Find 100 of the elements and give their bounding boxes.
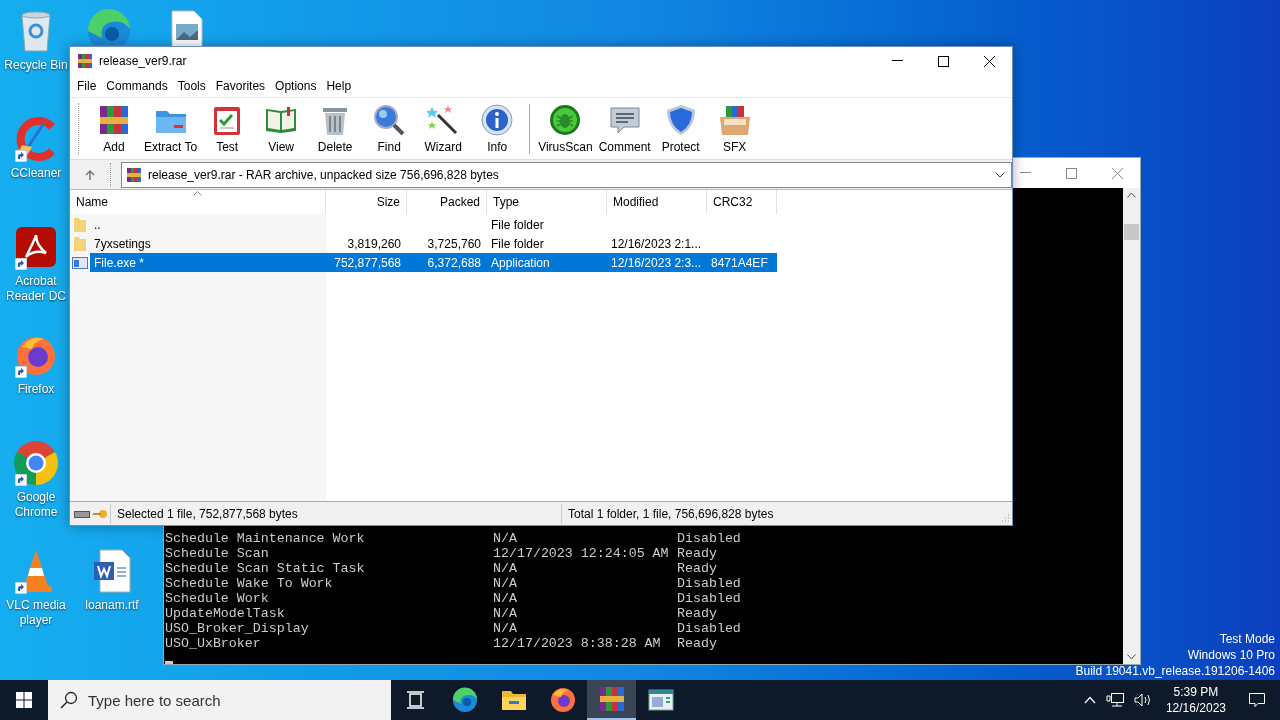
clock-date[interactable]: 12/16/2023 [1165, 700, 1226, 716]
menu-item[interactable]: Favorites [211, 76, 270, 96]
archive-icon [126, 166, 142, 183]
column-header[interactable]: Name [70, 190, 326, 214]
console-text: Ready [677, 606, 717, 621]
menu-item[interactable]: Help [322, 76, 356, 96]
table-cell-text: 12/16/2023 2:1... [611, 235, 702, 253]
chevron-up-icon[interactable] [1083, 696, 1096, 704]
console-text: Schedule Work [165, 591, 270, 606]
task-view-icon [405, 690, 426, 710]
drive-icon [74, 509, 90, 518]
console-text: UpdateModelTask [165, 606, 286, 621]
toolbar-button[interactable]: Test [200, 99, 255, 158]
console-text: Disabled [677, 531, 741, 546]
system-watermark-text: Windows 10 Pro [1187, 647, 1275, 663]
table-cell-text: Application [491, 254, 550, 272]
document-icon [92, 548, 132, 594]
table-cell-text: 6,372,688 [427, 254, 481, 272]
toolbar-button[interactable]: Delete [308, 99, 363, 158]
file-row[interactable]: .. File folder [90, 215, 777, 234]
app-window-icon [72, 255, 88, 270]
toolbar-button[interactable]: Extract To [141, 99, 201, 158]
file-row[interactable]: 7yxsetings 3,819,260 3,725,760 File folder 12/16/2023 2:1... [90, 234, 777, 253]
browser-icon [13, 440, 59, 486]
column-header[interactable]: Packed [407, 190, 487, 214]
toolbar-button[interactable]: Protect [653, 99, 708, 158]
address-text: release_ver9.rar - RAR archive, unpacked size 756,696,828 bytes [148, 166, 500, 184]
console-text: Disabled [677, 591, 741, 606]
column-header[interactable]: Size [326, 190, 407, 214]
console-text: Disabled [677, 576, 741, 591]
file-row[interactable]: File.exe * 752,877,568 6,372,688 Application 12/16/2023 2:3... 8471A4EF [90, 253, 777, 272]
console-text: Ready [677, 636, 717, 651]
minimize-icon [1019, 172, 1031, 174]
address-field[interactable]: release_ver9.rar - RAR archive, unpacked size 756,696,828 bytes [121, 161, 1012, 188]
console-text: N/A [493, 621, 518, 636]
minimize-icon [891, 60, 903, 62]
system-watermark-text: Build 19041.vb_release.191206-1406 [1075, 663, 1275, 679]
maximize-icon [1065, 167, 1077, 179]
resize-grip-icon[interactable] [1000, 513, 1010, 523]
scroll-up-icon[interactable] [1127, 192, 1136, 198]
up-arrow-icon [84, 168, 96, 181]
table-cell-text: 12/16/2023 2:3... [611, 254, 702, 272]
toolbar-button[interactable]: View [254, 99, 309, 158]
console-text: N/A [493, 591, 518, 606]
start-icon [16, 692, 32, 708]
status-text: Selected 1 file, 752,877,568 bytes [117, 505, 299, 523]
clock-time[interactable]: 5:39 PM [1173, 684, 1219, 700]
column-header[interactable]: Modified [607, 190, 707, 214]
browser-icon [549, 687, 576, 713]
console-text: Schedule Maintenance Work [165, 531, 366, 546]
column-header[interactable]: CRC32 [707, 190, 777, 214]
console-text: Ready [677, 561, 717, 576]
console-text: N/A [493, 561, 518, 576]
bug-icon [548, 102, 583, 137]
maximize-icon [937, 55, 949, 67]
table-cell-text: 3,819,260 [347, 235, 401, 253]
table-cell-text: 752,877,568 [334, 254, 401, 272]
table-cell-text: File.exe * [94, 254, 145, 272]
search-field[interactable]: Type here to search [48, 680, 391, 720]
search-icon [372, 102, 407, 137]
scrollbar-thumb[interactable] [1124, 224, 1139, 240]
toolbar-button[interactable]: Add [87, 99, 141, 158]
books-icon [597, 686, 626, 712]
scrollbar[interactable] [1123, 188, 1140, 664]
notification-icon[interactable] [1248, 692, 1266, 708]
close-icon [1111, 167, 1123, 179]
menu-item[interactable]: Tools [173, 76, 210, 96]
column-header[interactable]: Type [487, 190, 607, 214]
app-window-icon [647, 688, 674, 712]
menu-item[interactable]: File [73, 76, 101, 96]
toolbar-button[interactable]: Wizard [416, 99, 471, 158]
console-text: N/A [493, 576, 518, 591]
console-text: 12/17/2023 12:24:05 AM [493, 546, 670, 561]
volume-icon[interactable] [1133, 692, 1152, 708]
folder-icon [500, 688, 527, 712]
chevron-down-icon[interactable] [995, 171, 1005, 178]
toolbar-button[interactable]: SFX [707, 99, 762, 158]
menu-item[interactable]: Options [271, 76, 321, 96]
toolbar-button[interactable]: Info [470, 99, 525, 158]
table-cell-text: .. [94, 216, 101, 234]
toolbar-button[interactable]: Comment [595, 99, 654, 158]
toolbar-button[interactable]: Find [362, 99, 417, 158]
network-icon[interactable] [1105, 692, 1124, 708]
menu-item[interactable]: Commands [102, 76, 172, 96]
text-cursor [165, 661, 173, 664]
system-watermark-text: Test Mode [1219, 631, 1275, 647]
browser-icon [451, 687, 478, 713]
status-text: Total 1 folder, 1 file, 756,696,828 bytes [568, 505, 775, 523]
table-cell-text: File folder [491, 235, 544, 253]
table-cell-text: 3,725,760 [427, 235, 481, 253]
scroll-down-icon[interactable] [1127, 654, 1136, 660]
table-cell-text: File folder [491, 216, 544, 234]
toolbar-button[interactable]: VirusScan [535, 99, 596, 158]
console-text: Schedule Scan [165, 546, 270, 561]
window-title: release_ver9.rar [99, 53, 188, 70]
console-text: 12/17/2023 8:38:28 AM [493, 636, 662, 651]
console-text: USO_Broker_Display [165, 621, 310, 636]
console-text: Disabled [677, 621, 741, 636]
table-cell-text: 7yxsetings [94, 235, 151, 253]
key-icon [92, 507, 108, 520]
